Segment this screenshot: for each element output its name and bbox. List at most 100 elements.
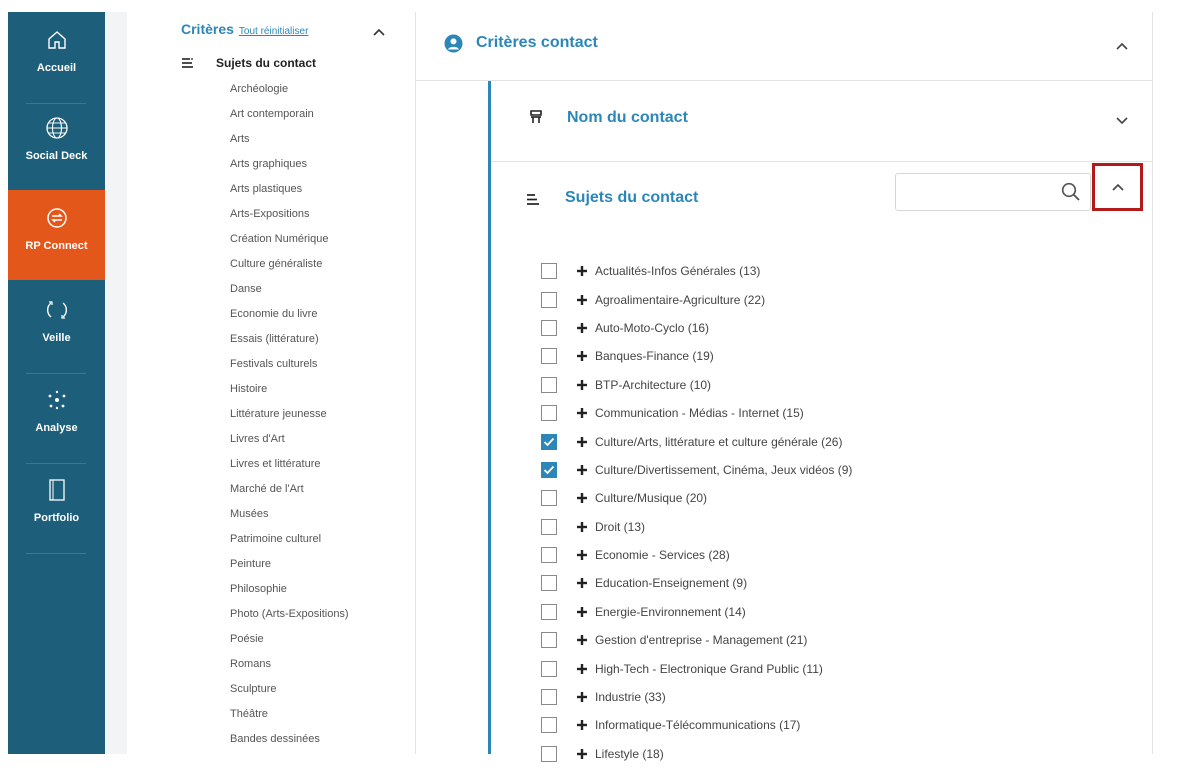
topic-checkbox-list: Actualités-Infos Générales (13) Agroalime…: [541, 257, 852, 768]
topic-label: Industrie (33): [595, 690, 666, 705]
topic-row: Culture/Arts, littérature et culture gén…: [541, 427, 852, 455]
expand-plus-icon[interactable]: [576, 492, 588, 504]
network-icon: [43, 386, 71, 414]
criteria-subject-item: Marché de l'Art: [230, 483, 304, 495]
expand-plus-icon[interactable]: [576, 407, 588, 419]
nav-item-portfolio[interactable]: Portfolio: [8, 462, 105, 552]
subject-search-box: [895, 173, 1091, 211]
topic-label: Gestion d'entreprise - Management (21): [595, 633, 808, 648]
expand-plus-icon[interactable]: [576, 549, 588, 561]
topic-checkbox[interactable]: [541, 632, 557, 649]
topic-label: Actualités-Infos Générales (13): [595, 264, 761, 279]
topic-label: High-Tech - Electronique Grand Public (1…: [595, 661, 823, 676]
topic-checkbox[interactable]: [541, 461, 557, 478]
panel-collapse-toggle[interactable]: [1115, 38, 1129, 56]
expand-plus-icon[interactable]: [576, 634, 588, 646]
topic-label: Economie - Services (28): [595, 548, 730, 563]
topic-row: Industrie (33): [541, 683, 852, 711]
expand-plus-icon[interactable]: [576, 663, 588, 675]
expand-plus-icon[interactable]: [576, 464, 588, 476]
criteria-subject-item: Festivals culturels: [230, 358, 318, 370]
topic-checkbox[interactable]: [541, 547, 557, 564]
expand-plus-icon[interactable]: [576, 322, 588, 334]
expand-plus-icon[interactable]: [576, 577, 588, 589]
topic-checkbox[interactable]: [541, 263, 557, 280]
nav-item-rp-connect[interactable]: RP Connect: [8, 190, 105, 280]
topic-checkbox[interactable]: [541, 433, 557, 450]
topic-checkbox[interactable]: [541, 376, 557, 393]
topic-row: Informatique-Télécommunications (17): [541, 711, 852, 739]
topic-checkbox[interactable]: [541, 348, 557, 365]
criteria-subject-item: Livres d'Art: [230, 433, 285, 445]
criteria-subject-item: Sculpture: [230, 683, 277, 695]
criteria-subject-item: Romans: [230, 658, 271, 670]
subject-search-input[interactable]: [904, 174, 1058, 210]
list-icon: [182, 58, 193, 68]
criteria-subject-item: Histoire: [230, 383, 268, 395]
topic-checkbox[interactable]: [541, 319, 557, 336]
nav-gutter: [105, 12, 127, 754]
topic-checkbox[interactable]: [541, 291, 557, 308]
expand-plus-icon[interactable]: [576, 294, 588, 306]
contact-card-icon: [528, 109, 544, 130]
criteria-subject-item: Philosophie: [230, 583, 287, 595]
expand-plus-icon[interactable]: [576, 521, 588, 533]
chevron-up-icon: [373, 28, 385, 36]
topic-checkbox[interactable]: [541, 603, 557, 620]
reset-all-link[interactable]: Tout réinitialiser: [239, 26, 308, 37]
topic-checkbox[interactable]: [541, 717, 557, 734]
expand-plus-icon[interactable]: [576, 265, 588, 277]
criteria-subject-item: Economie du livre: [230, 308, 318, 320]
criteria-subject-item: Bandes dessinées: [230, 733, 320, 745]
criteria-subject-item: Art contemporain: [230, 108, 314, 120]
nom-contact-expand-toggle[interactable]: [1115, 113, 1129, 131]
topic-checkbox[interactable]: [541, 490, 557, 507]
checkmark-icon: [543, 465, 555, 475]
topic-row: Banques-Finance (19): [541, 342, 852, 370]
expand-plus-icon[interactable]: [576, 350, 588, 362]
criteria-collapse-toggle[interactable]: [372, 24, 386, 36]
criteria-subject-item: Culture généraliste: [230, 258, 323, 270]
criteria-subject-item: Patrimoine culturel: [230, 533, 322, 545]
criteria-subject-item: Création Numérique: [230, 233, 329, 245]
panel-header[interactable]: Critères contact: [416, 12, 1152, 81]
topic-row: Energie-Environnement (14): [541, 598, 852, 626]
nav-item-social-deck[interactable]: Social Deck: [8, 100, 105, 190]
topic-checkbox[interactable]: [541, 405, 557, 422]
expand-plus-icon[interactable]: [576, 606, 588, 618]
expand-plus-icon[interactable]: [576, 691, 588, 703]
topic-checkbox[interactable]: [541, 689, 557, 706]
topic-row: Economie - Services (28): [541, 541, 852, 569]
criteria-subject-item: Théâtre: [230, 708, 268, 720]
nav-label: Accueil: [36, 62, 77, 74]
topic-label: Informatique-Télécommunications (17): [595, 718, 801, 733]
chevron-up-icon: [1111, 183, 1124, 191]
topic-label: Droit (13): [595, 519, 646, 534]
criteria-subject-list: Archéologie Art contemporain Arts Arts grap…: [230, 82, 349, 757]
nav-label: Veille: [42, 332, 71, 344]
topic-label: BTP-Architecture (10): [595, 377, 712, 392]
expand-plus-icon[interactable]: [576, 379, 588, 391]
nav-label: Analyse: [35, 422, 78, 434]
nom-contact-section[interactable]: Nom du contact: [491, 81, 1152, 162]
topic-label: Banques-Finance (19): [595, 349, 714, 364]
nav-item-analyse[interactable]: Analyse: [8, 372, 105, 462]
nav-item-veille[interactable]: Veille: [8, 282, 105, 372]
topic-row: Education-Enseignement (9): [541, 569, 852, 597]
topic-label: Communication - Médias - Internet (15): [595, 406, 804, 421]
topic-checkbox[interactable]: [541, 660, 557, 677]
topic-checkbox[interactable]: [541, 518, 557, 535]
nav-label: Social Deck: [25, 150, 88, 162]
topic-row: Culture/Divertissement, Cinéma, Jeux vid…: [541, 456, 852, 484]
topic-checkbox[interactable]: [541, 575, 557, 592]
expand-plus-icon[interactable]: [576, 436, 588, 448]
search-icon[interactable]: [1061, 182, 1081, 207]
nav-item-accueil[interactable]: Accueil: [8, 12, 105, 102]
expand-plus-icon[interactable]: [576, 719, 588, 731]
criteria-subject-item: Littérature jeunesse: [230, 408, 327, 420]
sujets-collapse-toggle[interactable]: [1092, 163, 1143, 211]
nav-divider: [26, 553, 86, 554]
chevron-up-icon: [1116, 42, 1128, 50]
criteria-subject-item: Arts plastiques: [230, 183, 303, 195]
topic-row: High-Tech - Electronique Grand Public (1…: [541, 654, 852, 682]
